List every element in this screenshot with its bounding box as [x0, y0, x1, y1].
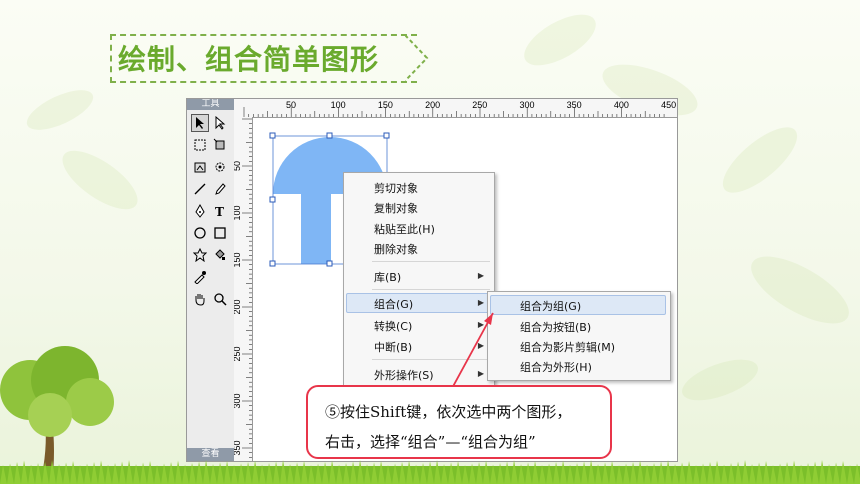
callout-line-2: 右击，选择“组合”—“组合为组”	[325, 433, 536, 451]
callout-line-1: ⑤按住Shift键，依次选中两个图形，	[325, 403, 572, 421]
grass-strip	[0, 460, 860, 484]
instruction-callout: ⑤按住Shift键，依次选中两个图形， 右击，选择“组合”—“组合为组”	[306, 385, 612, 459]
